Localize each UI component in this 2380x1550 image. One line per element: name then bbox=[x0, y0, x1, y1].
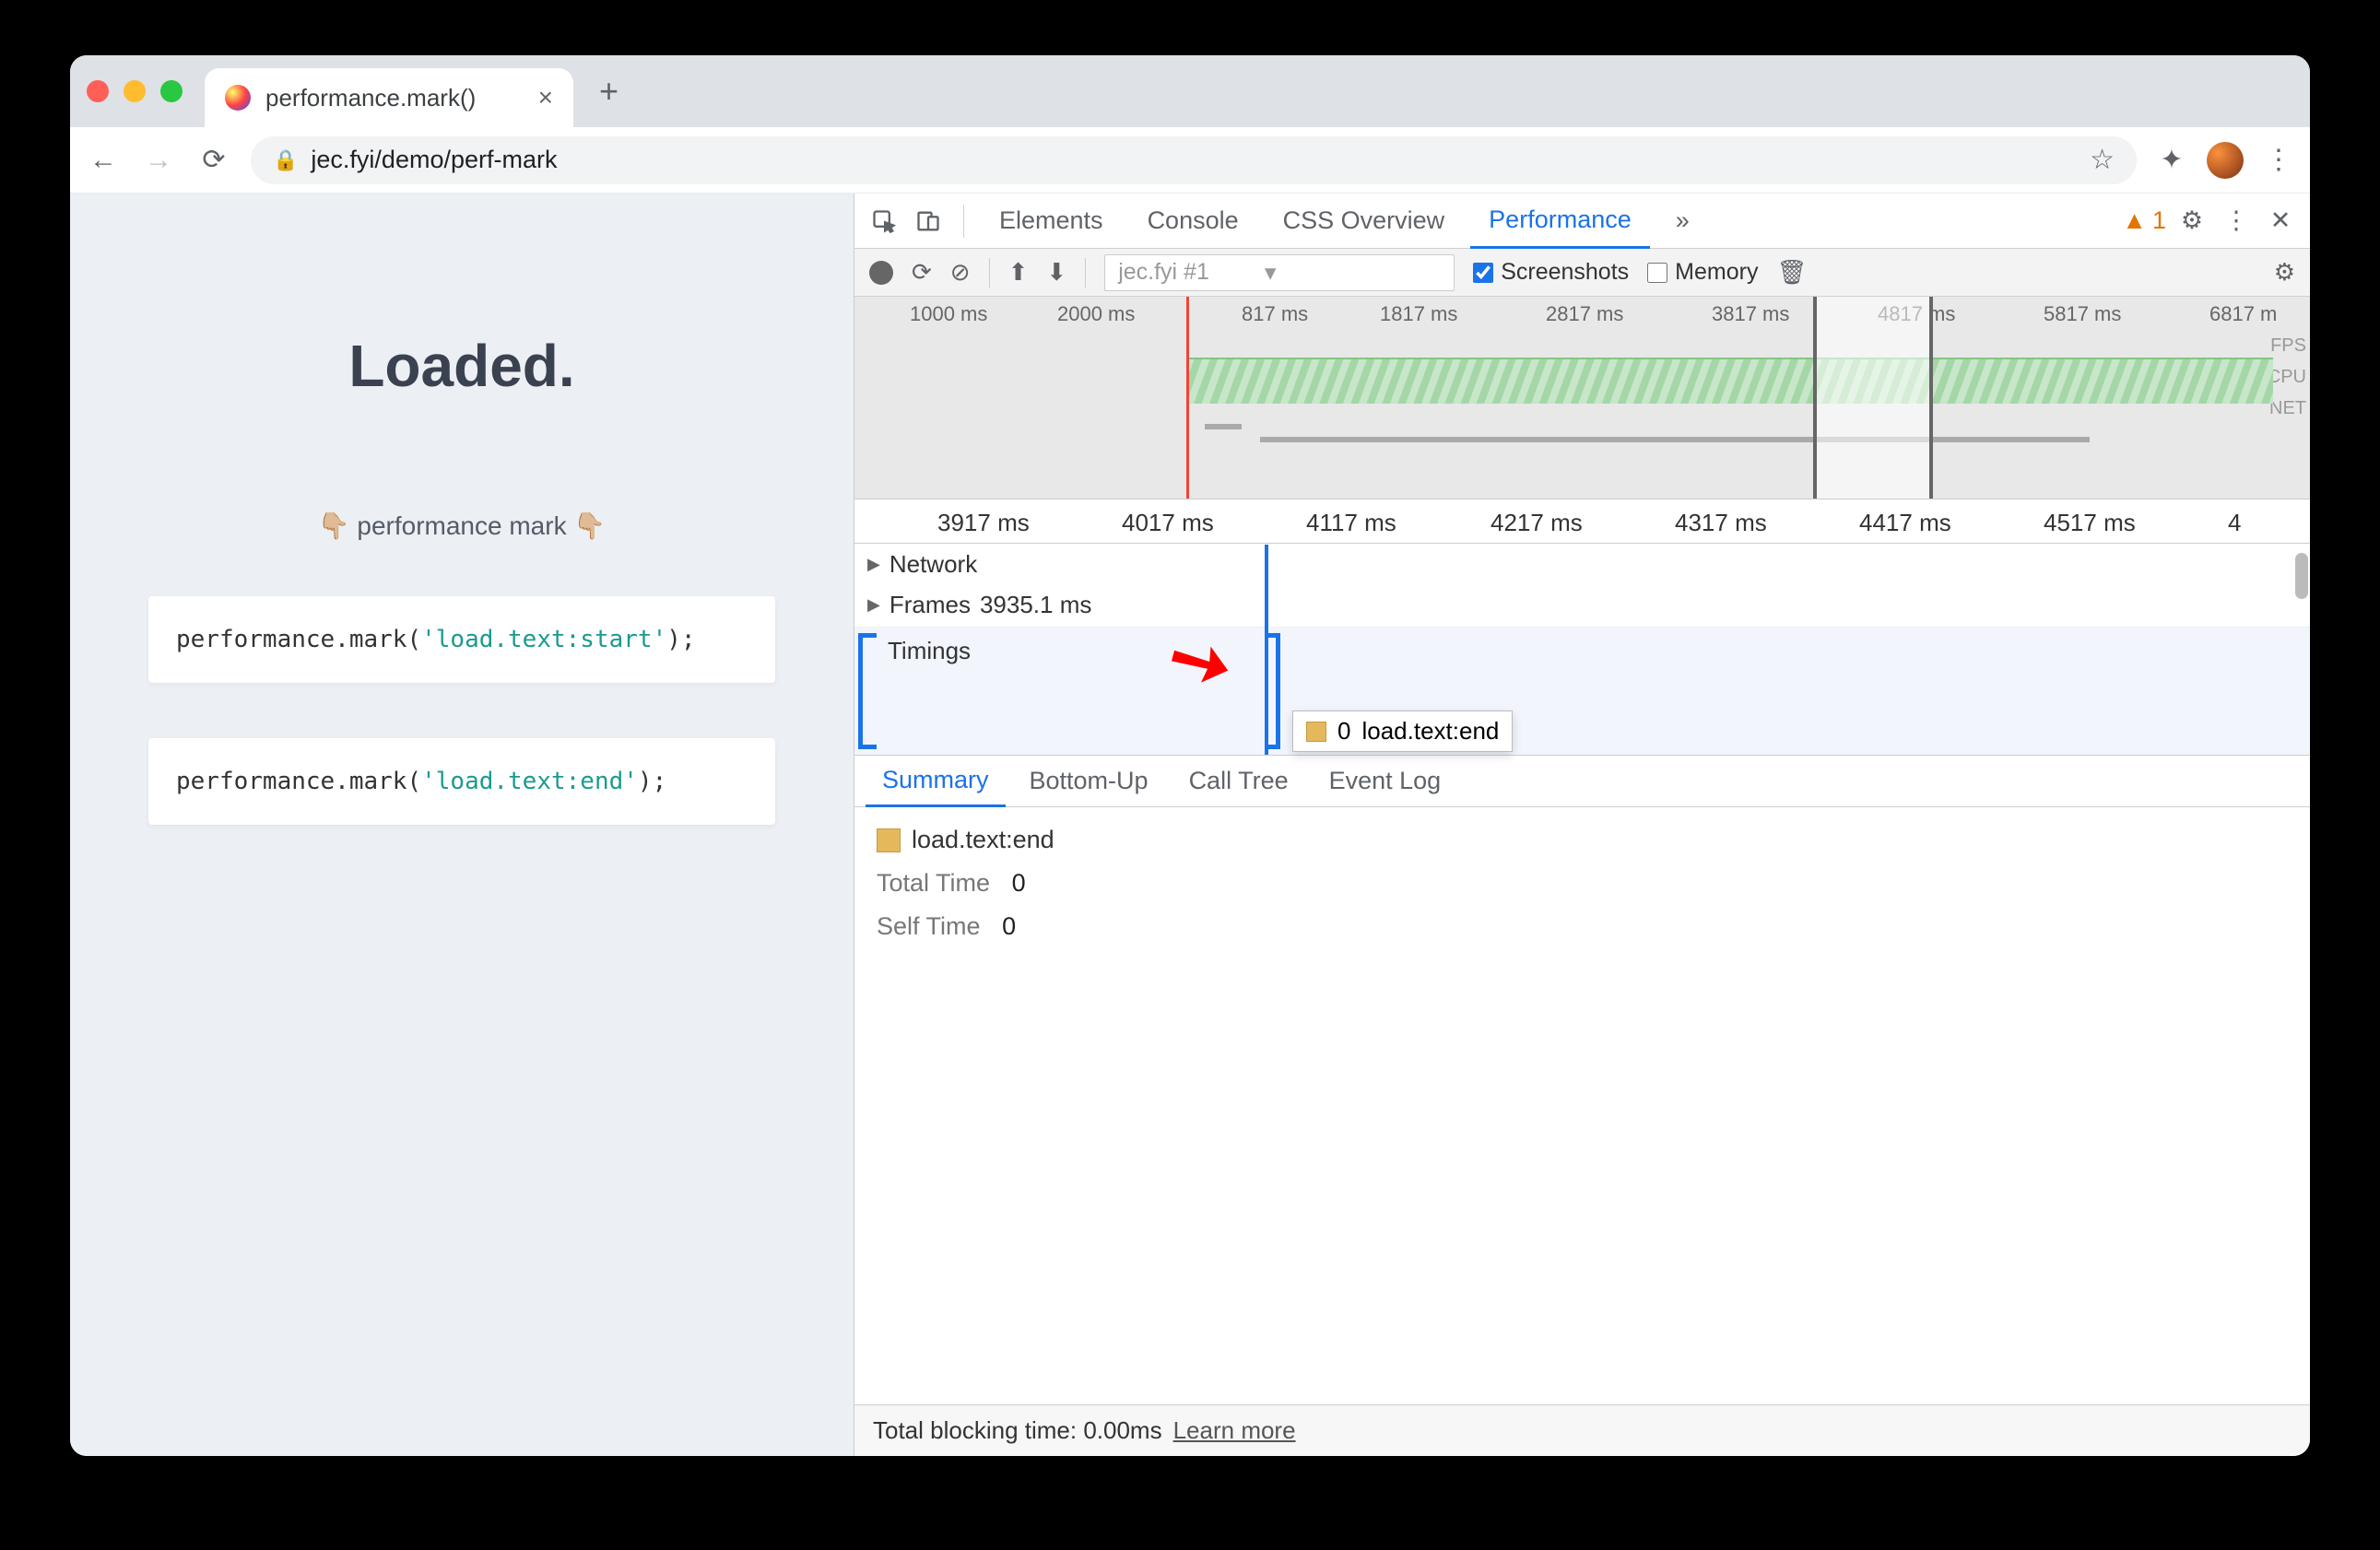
trash-icon[interactable]: 🗑 bbox=[1776, 258, 1807, 287]
close-devtools-icon[interactable]: ✕ bbox=[2262, 203, 2299, 240]
devtools-panel: Elements Console CSS Overview Performanc… bbox=[854, 194, 2310, 1456]
profile-avatar[interactable] bbox=[2207, 142, 2244, 179]
maximize-window-button[interactable] bbox=[160, 80, 183, 102]
summary-tabs: Summary Bottom-Up Call Tree Event Log bbox=[854, 756, 2310, 807]
performance-toolbar: ⟳ ⊘ ⬆ ⬇ jec.fyi #1 ▾ Screenshots Memory bbox=[854, 249, 2310, 297]
net-lane bbox=[854, 415, 2273, 470]
browser-menu-icon[interactable]: ⋮ bbox=[2262, 144, 2295, 177]
bookmark-star-icon[interactable]: ☆ bbox=[2090, 144, 2115, 176]
url-text: jec.fyi/demo/perf-mark bbox=[311, 146, 557, 174]
tab-title: performance.mark() bbox=[265, 84, 476, 112]
device-toolbar-icon[interactable] bbox=[910, 203, 947, 240]
memory-checkbox[interactable]: Memory bbox=[1647, 259, 1758, 286]
reload-button[interactable]: ⟳ bbox=[195, 142, 232, 179]
overview-lane-labels: FPS CPU NET bbox=[2268, 330, 2306, 424]
tab-event-log[interactable]: Event Log bbox=[1313, 756, 1458, 807]
browser-toolbar: ← → ⟳ 🔒 jec.fyi/demo/perf-mark ☆ ✦ ⋮ bbox=[70, 127, 2310, 194]
recording-selector[interactable]: jec.fyi #1 ▾ bbox=[1104, 254, 1455, 291]
tab-more[interactable]: » bbox=[1657, 194, 1708, 249]
back-button[interactable]: ← bbox=[85, 142, 122, 179]
chevron-down-icon: ▾ bbox=[1265, 259, 1277, 287]
warning-badge[interactable]: ▲ 1 bbox=[2122, 206, 2166, 235]
overview-ruler: 1000 ms 2000 ms 817 ms 1817 ms 2817 ms 3… bbox=[854, 297, 2310, 328]
performance-footer: Total blocking time: 0.00ms Learn more bbox=[854, 1404, 2310, 1456]
code-snippet-2: performance.mark('load.text:end'); bbox=[148, 738, 775, 825]
capture-settings-icon[interactable]: ⚙ bbox=[2274, 258, 2295, 287]
tab-css-overview[interactable]: CSS Overview bbox=[1265, 194, 1464, 249]
color-swatch-icon bbox=[877, 828, 901, 852]
devtools-tabs: Elements Console CSS Overview Performanc… bbox=[854, 194, 2310, 249]
flame-chart-tracks[interactable]: ▶ Network ▶ Frames 3935.1 ms Timings ➘ bbox=[854, 544, 2310, 756]
color-swatch-icon bbox=[1306, 722, 1326, 742]
scrollbar-thumb[interactable] bbox=[2295, 553, 2308, 599]
track-network[interactable]: ▶ Network bbox=[854, 544, 2310, 584]
new-tab-button[interactable]: + bbox=[599, 72, 619, 111]
perf-mark-label: 👇🏼 performance mark 👇🏼 bbox=[311, 511, 613, 541]
lock-icon: 🔒 bbox=[273, 148, 298, 172]
self-time-row: Self Time 0 bbox=[877, 912, 2288, 941]
blocking-time-text: Total blocking time: 0.00ms bbox=[873, 1416, 1162, 1445]
devtools-settings-icon[interactable]: ⚙ bbox=[2174, 203, 2210, 240]
address-bar[interactable]: 🔒 jec.fyi/demo/perf-mark ☆ bbox=[251, 136, 2137, 184]
clear-button[interactable]: ⊘ bbox=[950, 258, 971, 287]
expand-icon[interactable]: ▶ bbox=[867, 595, 880, 615]
overview-marker bbox=[1186, 297, 1189, 499]
tab-elements[interactable]: Elements bbox=[981, 194, 1122, 249]
close-tab-icon[interactable]: × bbox=[538, 83, 553, 112]
track-timings[interactable]: Timings ➘ 0 load.text:end bbox=[854, 627, 2310, 755]
page-content: Loaded. 👇🏼 performance mark 👇🏼 performan… bbox=[70, 194, 854, 1456]
tab-console[interactable]: Console bbox=[1129, 194, 1257, 249]
timing-bracket-right bbox=[1267, 633, 1280, 749]
track-frames[interactable]: ▶ Frames 3935.1 ms bbox=[854, 584, 2310, 625]
tab-summary[interactable]: Summary bbox=[866, 756, 1006, 807]
code-snippet-1: performance.mark('load.text:start'); bbox=[148, 596, 775, 683]
page-heading: Loaded. bbox=[348, 332, 574, 400]
tab-performance[interactable]: Performance bbox=[1470, 194, 1650, 249]
cpu-lane bbox=[1186, 358, 2273, 404]
warning-icon: ▲ bbox=[2122, 206, 2147, 235]
window-controls bbox=[87, 80, 183, 102]
overview-selection[interactable] bbox=[1813, 297, 1933, 499]
minimize-window-button[interactable] bbox=[124, 80, 146, 102]
summary-title: load.text:end bbox=[912, 826, 1055, 854]
timing-tooltip: 0 load.text:end bbox=[1292, 710, 1513, 752]
content-area: Loaded. 👇🏼 performance mark 👇🏼 performan… bbox=[70, 194, 2310, 1456]
save-profile-icon[interactable]: ⬇ bbox=[1046, 258, 1066, 287]
summary-title-row: load.text:end bbox=[877, 826, 2288, 854]
record-button[interactable] bbox=[869, 261, 893, 285]
close-window-button[interactable] bbox=[87, 80, 109, 102]
detail-ruler: 3917 ms 4017 ms 4117 ms 4217 ms 4317 ms … bbox=[854, 499, 2310, 544]
load-profile-icon[interactable]: ⬆ bbox=[1008, 258, 1029, 287]
tab-call-tree[interactable]: Call Tree bbox=[1172, 756, 1305, 807]
forward-button[interactable]: → bbox=[140, 142, 177, 179]
tab-bottom-up[interactable]: Bottom-Up bbox=[1013, 756, 1165, 807]
favicon-icon bbox=[225, 85, 251, 111]
reload-record-button[interactable]: ⟳ bbox=[912, 258, 932, 287]
timing-bracket-left bbox=[858, 633, 877, 749]
expand-icon[interactable]: ▶ bbox=[867, 555, 880, 574]
learn-more-link[interactable]: Learn more bbox=[1173, 1416, 1296, 1445]
devtools-menu-icon[interactable]: ⋮ bbox=[2218, 203, 2255, 240]
screenshots-checkbox[interactable]: Screenshots bbox=[1473, 259, 1629, 286]
inspect-element-icon[interactable] bbox=[866, 203, 902, 240]
total-time-row: Total Time 0 bbox=[877, 869, 2288, 898]
tab-strip: performance.mark() × + bbox=[70, 55, 2310, 127]
overview-timeline[interactable]: 1000 ms 2000 ms 817 ms 1817 ms 2817 ms 3… bbox=[854, 297, 2310, 499]
summary-panel: load.text:end Total Time 0 Self Time 0 bbox=[854, 807, 2310, 1404]
browser-tab[interactable]: performance.mark() × bbox=[205, 68, 573, 127]
extensions-icon[interactable]: ✦ bbox=[2155, 144, 2188, 177]
browser-window: performance.mark() × + ← → ⟳ 🔒 jec.fyi/d… bbox=[70, 55, 2310, 1456]
